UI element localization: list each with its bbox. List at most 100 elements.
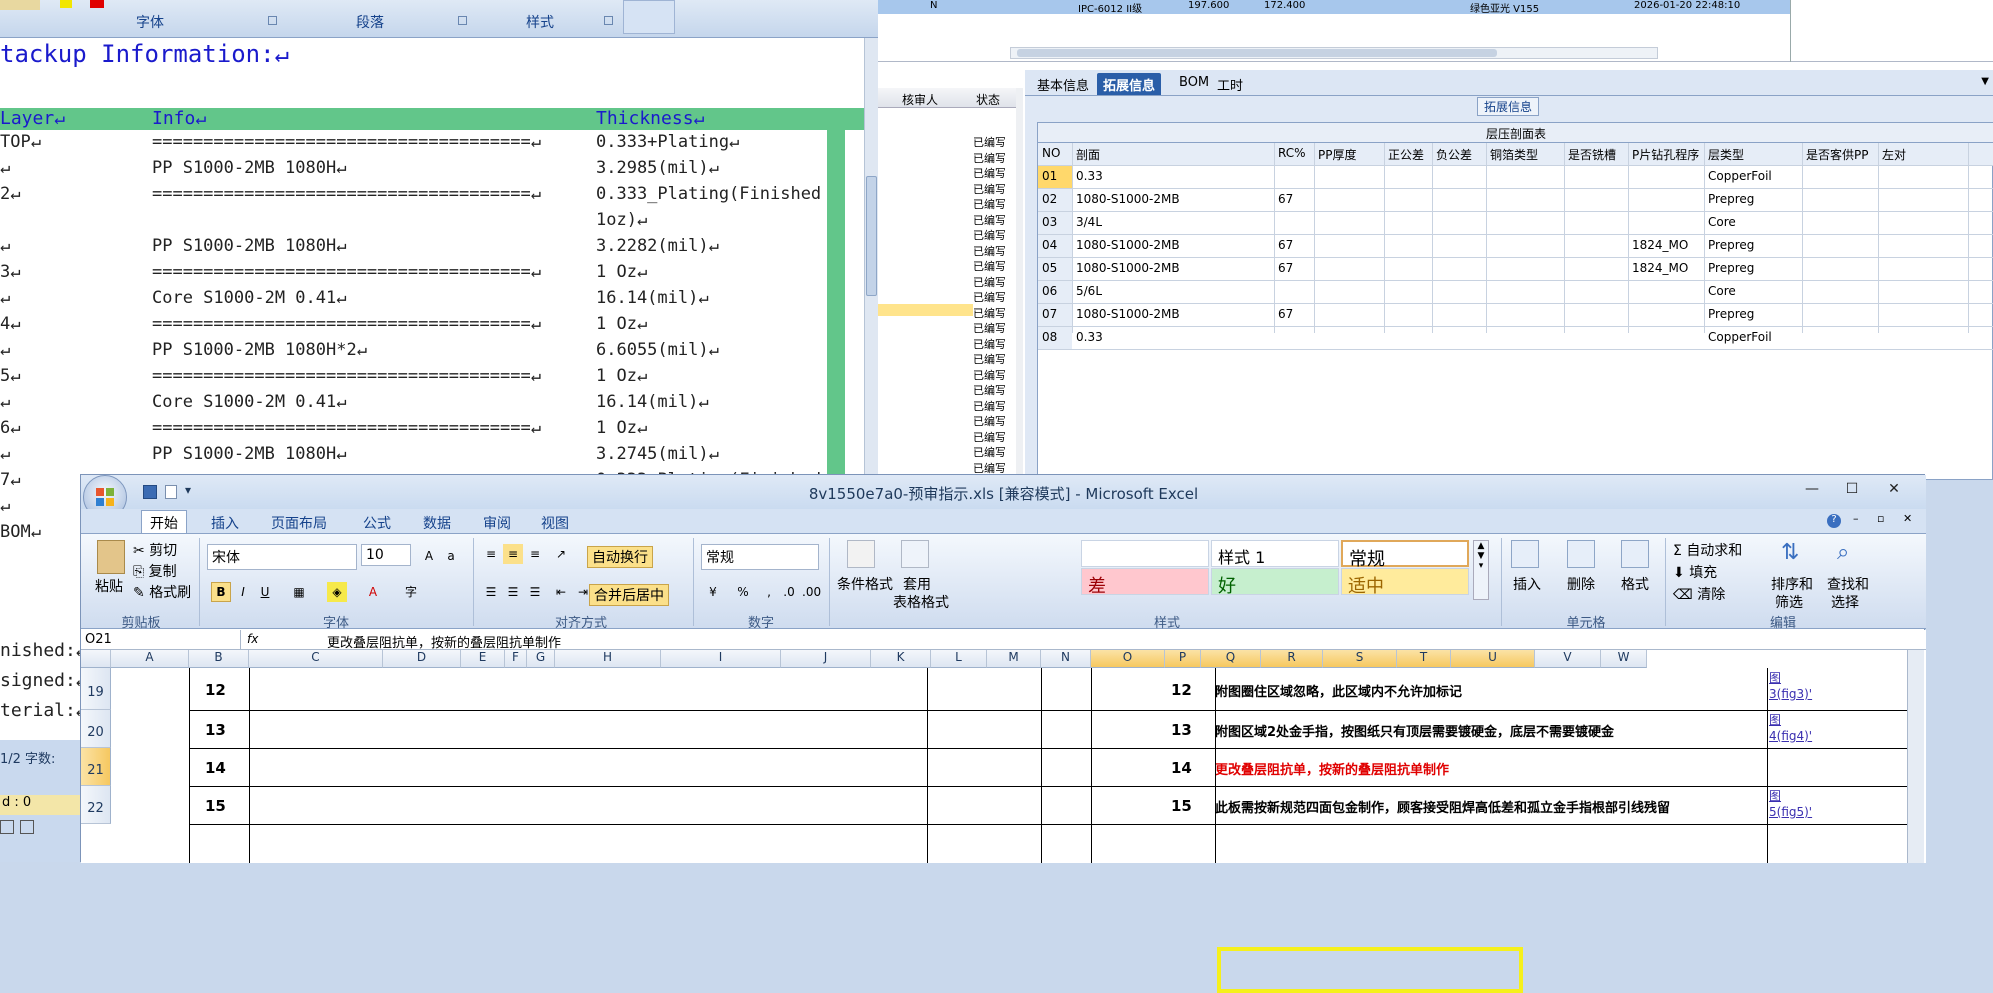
list-item-status[interactable]: 已编写 [973, 212, 1005, 228]
column-header[interactable]: S [1323, 650, 1397, 668]
tab-bom[interactable]: BOM [1173, 73, 1215, 95]
align-left-icon[interactable]: ☰ [481, 582, 501, 602]
laminate-row[interactable]: 07 1080-S1000-2MB 67 Prepreg [1038, 304, 1993, 327]
cut-button[interactable]: ✂ 剪切 [133, 540, 177, 560]
laminate-col-header[interactable]: PP厚度 [1318, 146, 1384, 163]
grow-font-icon[interactable]: A [419, 546, 439, 566]
ribbon-minimize-icon[interactable]: – [1853, 512, 1859, 525]
percent-icon[interactable]: % [733, 582, 753, 602]
column-header[interactable]: B [189, 650, 249, 668]
list-item-status[interactable]: 已编写 [973, 320, 1005, 336]
style-1[interactable]: 样式 1 [1211, 540, 1339, 567]
laminate-col-header[interactable]: 负公差 [1436, 146, 1486, 163]
laminate-col-header[interactable]: 层类型 [1708, 146, 1802, 163]
list-item-status[interactable]: 已编写 [973, 165, 1005, 181]
copy-button[interactable]: ⎘ 复制 [133, 561, 177, 581]
currency-icon[interactable]: ¥ [703, 582, 723, 602]
sort-filter-button-line1[interactable]: 排序和 [1771, 574, 1813, 594]
style-good[interactable]: 好 [1211, 568, 1339, 597]
delete-cells-button[interactable]: 删除 [1567, 574, 1595, 594]
column-header[interactable]: A [111, 650, 189, 668]
sheet-vertical-scrollbar[interactable] [1907, 650, 1924, 863]
format-painter-button[interactable]: ✎ 格式刷 [133, 582, 191, 602]
cell-item-number[interactable]: 13 [1171, 721, 1192, 739]
column-header[interactable]: G [527, 650, 555, 668]
font-color-icon[interactable]: A [363, 582, 383, 602]
list-item-status[interactable]: 已编写 [973, 258, 1005, 274]
cell-instruction[interactable]: 附图圈住区域忽略，此区域内不允许加标记 [1215, 681, 1462, 700]
align-middle-icon[interactable]: ≡ [503, 544, 523, 564]
cell-item-number[interactable]: 12 [205, 681, 226, 699]
list-item-status[interactable]: 已编写 [973, 134, 1005, 150]
orientation-icon[interactable]: ↗ [551, 544, 571, 564]
font-color-icon[interactable] [90, 0, 104, 8]
tab-data[interactable]: 数据 [423, 513, 451, 533]
figure-link[interactable]: 图 3(fig3)' [1769, 670, 1812, 702]
list-item-status[interactable]: 已编写 [973, 413, 1005, 429]
column-header[interactable]: N [1041, 650, 1091, 668]
column-header[interactable]: O [1091, 650, 1165, 668]
row-header[interactable]: 19 [81, 668, 111, 710]
fill-color-icon[interactable]: ◈ [327, 582, 347, 602]
underline-button[interactable]: U [255, 582, 275, 602]
laminate-row[interactable]: 06 5/6L Core [1038, 281, 1993, 304]
font-dialog-launcher[interactable] [268, 16, 277, 25]
column-header[interactable]: J [781, 650, 871, 668]
cell-item-number[interactable]: 14 [205, 759, 226, 777]
list-item-status[interactable]: 已编写 [973, 351, 1005, 367]
laminate-col-header[interactable]: RC% [1278, 146, 1314, 160]
column-header[interactable]: Q [1201, 650, 1261, 668]
column-header[interactable]: E [461, 650, 505, 668]
laminate-col-header[interactable]: 剖面 [1076, 146, 1274, 163]
laminate-row[interactable]: 08 0.33 CopperFoil [1038, 327, 1993, 350]
column-header[interactable]: D [383, 650, 461, 668]
align-center-icon[interactable]: ☰ [503, 582, 523, 602]
ribbon-restore-icon[interactable]: ▫ [1877, 512, 1884, 525]
col-status[interactable]: 状态 [976, 91, 1000, 108]
style-empty[interactable] [1081, 540, 1209, 567]
save-icon[interactable] [143, 485, 157, 499]
list-item-status[interactable]: 已编写 [973, 367, 1005, 383]
align-bottom-icon[interactable]: ≡ [525, 544, 545, 564]
find-select-button-line2[interactable]: 选择 [1831, 592, 1859, 612]
list-scrollbar[interactable] [1016, 88, 1023, 480]
cell-item-number[interactable]: 12 [1171, 681, 1192, 699]
wrap-text-button[interactable]: 自动换行 [587, 546, 653, 568]
border-icon[interactable]: ▦ [289, 582, 309, 602]
list-item-status[interactable]: 已编写 [973, 227, 1005, 243]
highlight-color-icon[interactable] [60, 0, 72, 8]
laminate-row[interactable]: 02 1080-S1000-2MB 67 Prepreg [1038, 189, 1993, 212]
change-styles-button[interactable] [623, 0, 675, 34]
align-right-icon[interactable]: ☰ [525, 582, 545, 602]
laminate-col-header[interactable]: NO [1042, 146, 1072, 160]
increase-decimal-icon[interactable]: .0 [779, 582, 799, 602]
order-horizontal-scrollbar[interactable] [1010, 47, 1658, 59]
scroll-thumb[interactable] [1017, 49, 1497, 57]
cell-instruction[interactable]: 更改叠层阻抗单，按新的叠层阻抗单制作 [1215, 759, 1449, 778]
laminate-col-header[interactable]: 是否铣槽 [1568, 146, 1628, 163]
indent-decrease-icon[interactable]: ⇤ [551, 582, 571, 602]
list-item-status[interactable]: 已编写 [973, 398, 1005, 414]
layout-toggle-icon[interactable] [20, 820, 34, 834]
column-header[interactable]: H [555, 650, 661, 668]
paste-icon[interactable] [97, 540, 125, 574]
comma-icon[interactable]: , [759, 582, 779, 602]
laminate-col-header[interactable]: P片钻孔程序 [1632, 146, 1704, 163]
maximize-button[interactable]: ☐ [1839, 481, 1865, 501]
list-item-status[interactable]: 已编写 [973, 336, 1005, 352]
align-top-icon[interactable]: ≡ [481, 544, 501, 564]
paste-button[interactable]: 粘贴 [95, 576, 123, 596]
fx-icon[interactable]: fx [247, 632, 258, 646]
conditional-format-button[interactable]: 条件格式 [837, 574, 893, 594]
cell-item-number[interactable]: 15 [205, 797, 226, 815]
styles-gallery-scroll[interactable]: ▲ ▼ ▾ [1473, 540, 1489, 600]
list-item-status[interactable]: 已编写 [973, 305, 1005, 321]
italic-button[interactable]: I [233, 582, 253, 602]
list-item-status[interactable]: 已编写 [973, 289, 1005, 305]
phonetic-icon[interactable]: 字 [401, 582, 421, 602]
find-select-button-line1[interactable]: 查找和 [1827, 574, 1869, 594]
selected-order-row[interactable]: N IPC-6012 II级 197.600 172.400 绿色亚光 V155… [878, 0, 1790, 15]
list-item-status[interactable]: 已编写 [973, 382, 1005, 398]
scroll-thumb[interactable] [866, 176, 877, 296]
style-normal[interactable]: 常规 [1341, 540, 1469, 570]
